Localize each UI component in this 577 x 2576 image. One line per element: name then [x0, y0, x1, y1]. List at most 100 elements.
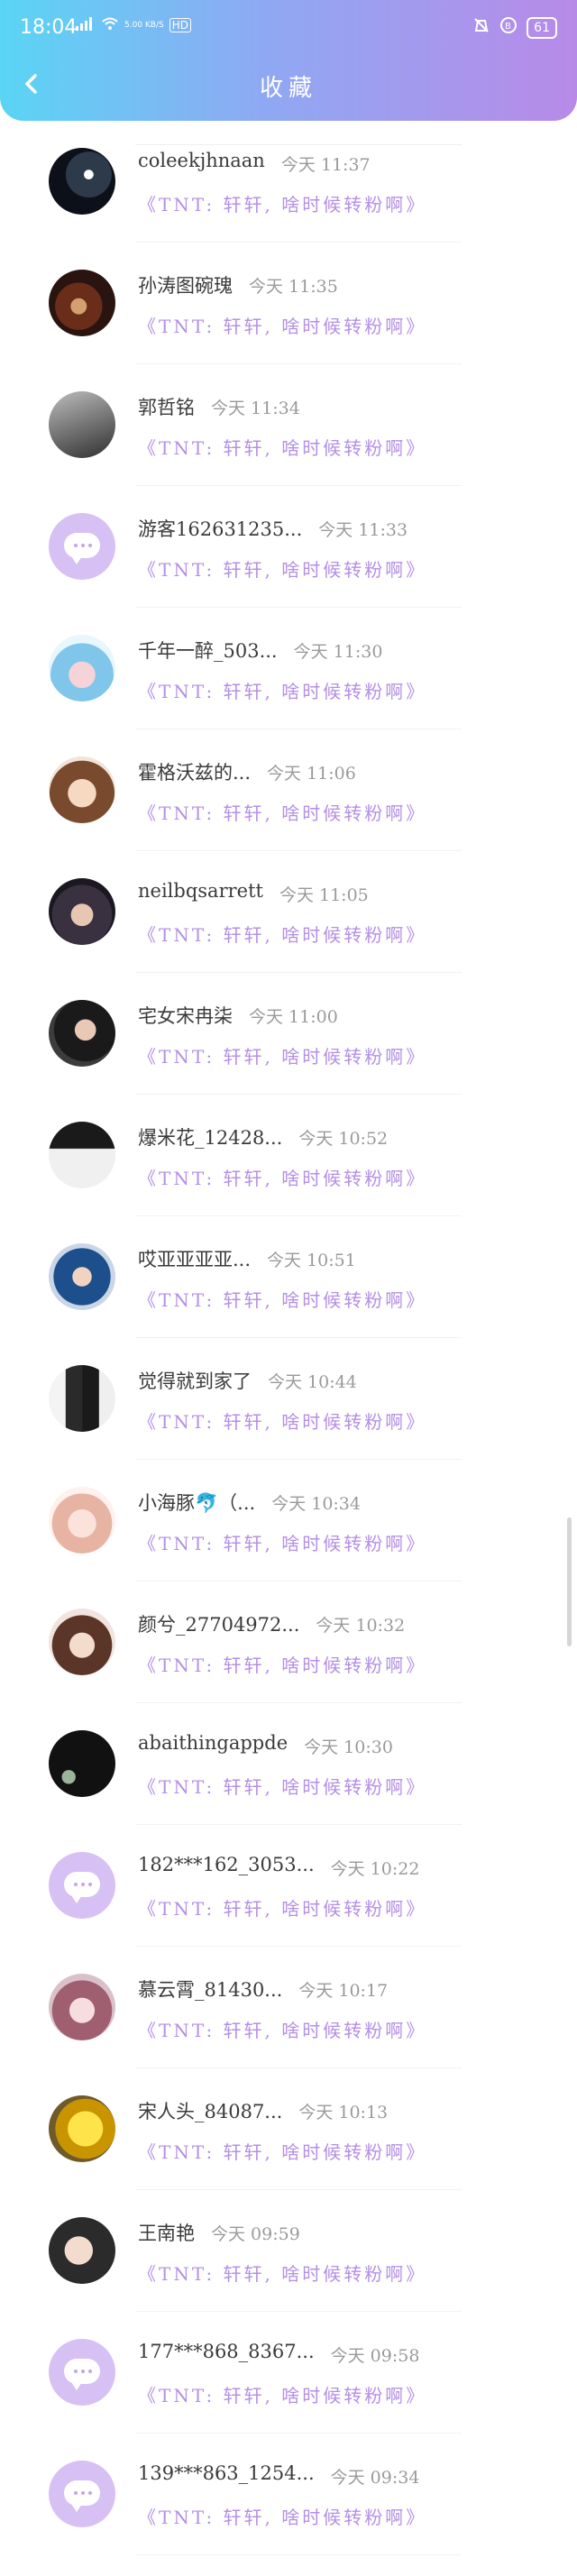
username: 哎亚亚亚亚...: [138, 1249, 252, 1270]
avatar[interactable]: [49, 1852, 115, 1919]
list-item[interactable]: 颜兮_27704972... 今天 10:32 《TNT: 轩轩, 啥时候转粉啊》: [0, 1581, 577, 1702]
avatar[interactable]: [49, 1122, 115, 1188]
avatar[interactable]: [49, 2217, 115, 2284]
svg-text:B: B: [505, 22, 511, 32]
avatar[interactable]: [49, 2339, 115, 2406]
message-preview: 《TNT: 轩轩, 啥时候转粉啊》: [138, 1046, 427, 1068]
timestamp: 今天 10:51: [267, 1251, 356, 1270]
list-item[interactable]: 哎亚亚亚亚... 今天 10:51 《TNT: 轩轩, 啥时候转粉啊》: [0, 1216, 577, 1337]
list-item[interactable]: 177***868_8367... 今天 09:58 《TNT: 轩轩, 啥时候转粉…: [0, 2312, 577, 2433]
timestamp: 今天 10:22: [330, 1859, 420, 1879]
chat-bubble-icon: [64, 2480, 100, 2512]
message-preview: 《TNT: 轩轩, 啥时候转粉啊》: [138, 194, 427, 215]
timestamp: 今天 11:33: [318, 520, 408, 540]
message-preview: 《TNT: 轩轩, 啥时候转粉啊》: [138, 1289, 427, 1311]
message-preview: 《TNT: 轩轩, 啥时候转粉啊》: [138, 924, 427, 946]
list-item[interactable]: 宅女宋冉柒 今天 11:00 《TNT: 轩轩, 啥时候转粉啊》: [0, 973, 577, 1094]
status-icons-left: 5.00 KB/S HD: [76, 16, 191, 34]
alarm-icon: [472, 16, 490, 39]
nav-bar: 收藏: [0, 54, 577, 114]
chat-bubble-icon: [64, 2359, 100, 2390]
timestamp: 今天 10:52: [298, 1129, 389, 1149]
username: 182***162_3053...: [138, 1854, 315, 1875]
timestamp: 今天 10:44: [268, 1372, 357, 1392]
avatar[interactable]: [49, 756, 115, 823]
message-preview: 《TNT: 轩轩, 啥时候转粉啊》: [138, 437, 427, 459]
list-item[interactable]: 爆米花_12428... 今天 10:52 《TNT: 轩轩, 啥时候转粉啊》: [0, 1095, 577, 1215]
list-item[interactable]: abaithingappde 今天 10:30 《TNT: 轩轩, 啥时候转粉啊》: [0, 1703, 577, 1824]
message-preview: 《TNT: 轩轩, 啥时候转粉啊》: [138, 1898, 427, 1920]
chat-bubble-icon: [64, 1872, 100, 1903]
username: neilbqsarrett: [138, 880, 263, 902]
list-item[interactable]: 王南艳 今天 09:59 《TNT: 轩轩, 啥时候转粉啊》: [0, 2190, 577, 2311]
avatar[interactable]: [49, 1974, 115, 2040]
avatar[interactable]: [49, 1365, 115, 1432]
timestamp: 今天 11:34: [211, 399, 300, 418]
avatar[interactable]: [49, 1000, 115, 1067]
avatar[interactable]: [49, 2095, 115, 2162]
message-preview: 《TNT: 轩轩, 啥时候转粉啊》: [138, 2141, 427, 2163]
message-preview: 《TNT: 轩轩, 啥时候转粉啊》: [138, 2385, 427, 2406]
username: 颜兮_27704972...: [138, 1614, 300, 1636]
avatar[interactable]: [49, 513, 115, 580]
scrollbar[interactable]: [567, 1517, 572, 1646]
timestamp: 今天 10:32: [316, 1616, 406, 1636]
list-item[interactable]: 孙涛图碗瑰 今天 11:35 《TNT: 轩轩, 啥时候转粉啊》: [0, 243, 577, 363]
timestamp: 今天 11:06: [267, 764, 356, 784]
username: 宋人头_84087...: [138, 2101, 283, 2122]
avatar[interactable]: [49, 878, 115, 945]
username: 宅女宋冉柒: [138, 1005, 233, 1027]
favorites-list: coleekjhnaan 今天 11:37 《TNT: 轩轩, 啥时候转粉啊》 孙涛图…: [0, 121, 577, 2555]
username: 139***863_1254...: [138, 2462, 315, 2484]
username: 小海豚🐬（...: [138, 1492, 256, 1514]
avatar[interactable]: [49, 148, 115, 215]
battery-indicator: 61: [527, 16, 557, 39]
timestamp: 今天 10:34: [271, 1494, 361, 1514]
message-preview: 《TNT: 轩轩, 啥时候转粉啊》: [138, 1168, 427, 1189]
timestamp: 今天 11:30: [293, 642, 383, 662]
avatar[interactable]: [49, 1487, 115, 1554]
username: 郭哲铭: [138, 397, 195, 418]
list-item[interactable]: 觉得就到家了 今天 10:44 《TNT: 轩轩, 啥时候转粉啊》: [0, 1338, 577, 1459]
status-icons-right: B 61: [472, 16, 557, 39]
username: 千年一醉_503...: [138, 640, 278, 662]
list-item[interactable]: 宋人头_84087... 今天 10:13 《TNT: 轩轩, 啥时候转粉啊》: [0, 2068, 577, 2189]
list-item[interactable]: 千年一醉_503... 今天 11:30 《TNT: 轩轩, 啥时候转粉啊》: [0, 608, 577, 729]
list-item[interactable]: 182***162_3053... 今天 10:22 《TNT: 轩轩, 啥时候转粉…: [0, 1825, 577, 1946]
avatar[interactable]: [49, 2461, 115, 2527]
avatar[interactable]: [49, 391, 115, 458]
avatar[interactable]: [49, 1243, 115, 1310]
message-preview: 《TNT: 轩轩, 啥时候转粉啊》: [138, 559, 427, 581]
avatar[interactable]: [49, 1609, 115, 1675]
network-speed: 5.00 KB/S: [124, 20, 164, 30]
message-preview: 《TNT: 轩轩, 啥时候转粉啊》: [138, 1533, 427, 1554]
list-item[interactable]: coleekjhnaan 今天 11:37 《TNT: 轩轩, 啥时候转粉啊》: [0, 121, 577, 242]
list-item[interactable]: 139***863_1254... 今天 09:34 《TNT: 轩轩, 啥时候转粉…: [0, 2434, 577, 2554]
timestamp: 今天 09:59: [211, 2224, 300, 2244]
avatar[interactable]: [49, 270, 115, 336]
list-item[interactable]: 郭哲铭 今天 11:34 《TNT: 轩轩, 啥时候转粉啊》: [0, 364, 577, 485]
timestamp: 今天 10:17: [298, 1981, 389, 2001]
message-preview: 《TNT: 轩轩, 啥时候转粉啊》: [138, 2020, 427, 2041]
avatar[interactable]: [49, 1730, 115, 1797]
avatar[interactable]: [49, 635, 115, 701]
list-item[interactable]: neilbqsarrett 今天 11:05 《TNT: 轩轩, 啥时候转粉啊》: [0, 851, 577, 972]
header: 18:04 5.00 KB/S HD B 61 收藏: [0, 0, 577, 121]
username: 爆米花_12428...: [138, 1127, 283, 1149]
message-preview: 《TNT: 轩轩, 啥时候转粉啊》: [138, 681, 427, 702]
message-preview: 《TNT: 轩轩, 啥时候转粉啊》: [138, 1655, 427, 1676]
timestamp: 今天 11:35: [249, 277, 338, 297]
username: abaithingappde: [138, 1732, 288, 1754]
list-item[interactable]: 游客162631235... 今天 11:33 《TNT: 轩轩, 啥时候转粉啊》: [0, 486, 577, 607]
message-preview: 《TNT: 轩轩, 啥时候转粉啊》: [138, 1411, 427, 1433]
list-item[interactable]: 小海豚🐬（... 今天 10:34 《TNT: 轩轩, 啥时候转粉啊》: [0, 1460, 577, 1581]
username: 孙涛图碗瑰: [138, 275, 233, 297]
signal-icon: [76, 16, 96, 34]
status-bar: 18:04 5.00 KB/S HD B 61: [0, 0, 577, 54]
hd-badge: HD: [169, 18, 191, 32]
list-item[interactable]: 霍格沃兹的... 今天 11:06 《TNT: 轩轩, 啥时候转粉啊》: [0, 729, 577, 850]
wifi-icon: [101, 16, 119, 34]
list-item[interactable]: 慕云霄_81430... 今天 10:17 《TNT: 轩轩, 啥时候转粉啊》: [0, 1947, 577, 2067]
page-title: 收藏: [259, 75, 317, 102]
timestamp: 今天 10:30: [304, 1737, 393, 1757]
